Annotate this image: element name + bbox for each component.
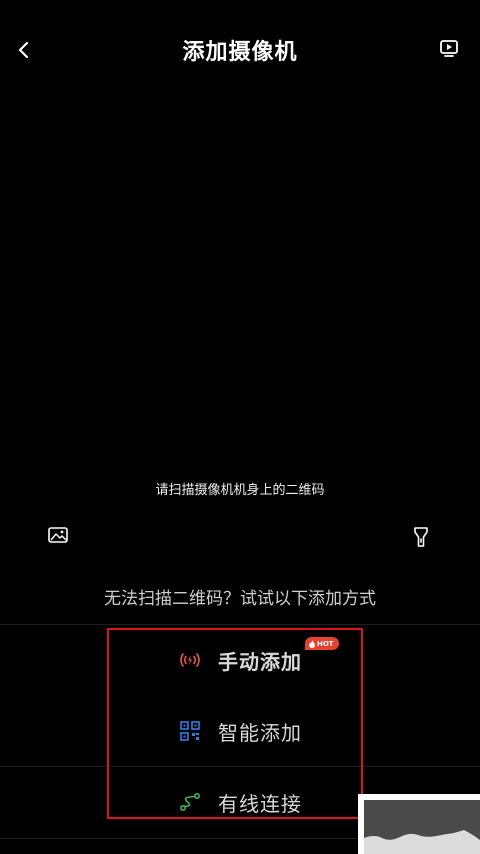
screenshot-thumbnail[interactable] [358, 794, 480, 854]
thumbnail-image [364, 800, 480, 854]
scan-hint: 请扫描摄像机机身上的二维码 [155, 483, 325, 498]
options-highlight-box [107, 628, 363, 819]
flashlight-icon [414, 527, 428, 547]
album-button[interactable] [47, 524, 69, 546]
alternative-prompt: 无法扫描二维码？试试以下添加方式 [104, 589, 376, 609]
page-title: 添加摄像机 [182, 40, 298, 65]
image-icon [48, 527, 68, 543]
video-button[interactable] [438, 38, 460, 60]
header: 添加摄像机 [0, 0, 480, 100]
add-camera-screen: 添加摄像机 请扫描摄像机机身上的二维码 无法扫描二维码？试试以下添加方式 手动添… [0, 0, 480, 854]
divider [0, 624, 480, 625]
video-play-icon [440, 40, 458, 57]
flashlight-button[interactable] [413, 526, 429, 548]
